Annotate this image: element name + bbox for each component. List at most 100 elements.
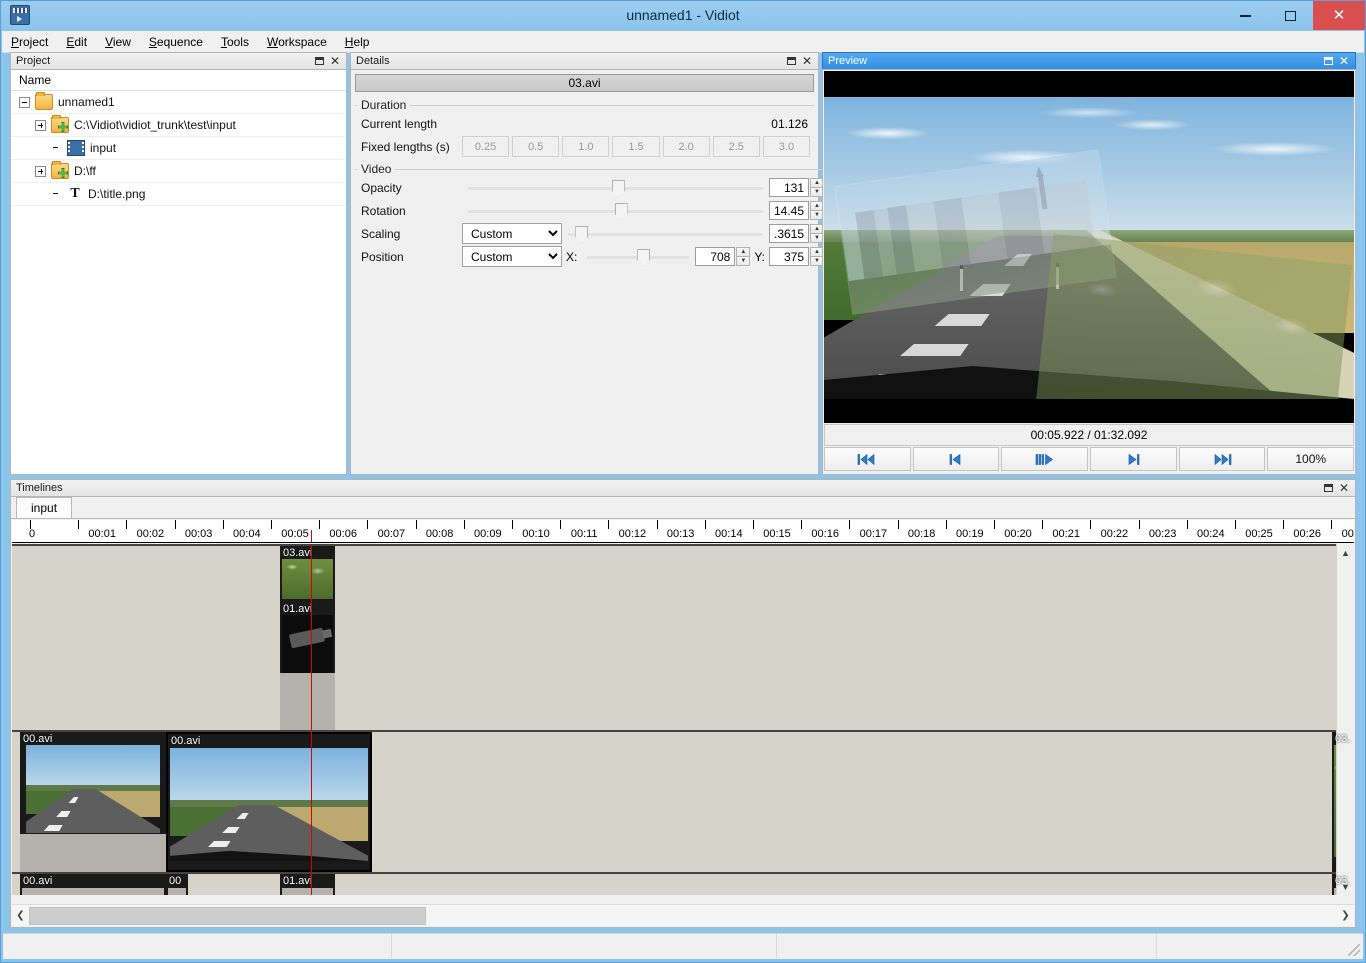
clip-thumbnail	[282, 559, 333, 599]
expander-plus-icon[interactable]	[35, 120, 46, 131]
position-x-value[interactable]: 708	[695, 247, 735, 266]
scrollbar-thumb[interactable]	[29, 907, 426, 925]
menu-tools[interactable]: Tools	[212, 33, 258, 51]
ruler-tick-label: 00:24	[1197, 528, 1225, 540]
timeline-playhead[interactable]	[311, 544, 312, 895]
ruler-tick	[512, 520, 513, 529]
fixed-length-button-20[interactable]: 2.0	[663, 136, 710, 157]
rotation-slider[interactable]	[468, 202, 763, 220]
preview-video-canvas[interactable]	[824, 71, 1354, 423]
rotation-slider-thumb[interactable]	[615, 203, 628, 220]
menu-view[interactable]: View	[96, 33, 140, 51]
tree-item-input[interactable]: input	[11, 137, 346, 160]
go-to-begin-button[interactable]	[824, 447, 911, 471]
timeline-audio-clip[interactable]: 00	[166, 874, 188, 895]
ruler-playhead[interactable]	[311, 530, 312, 543]
timeline-clip[interactable]: 01.avi	[280, 602, 335, 730]
timelines-restore-icon[interactable]	[1324, 484, 1333, 492]
maximize-button[interactable]	[1268, 1, 1313, 30]
position-x-spin-up[interactable]: ▲	[736, 247, 750, 256]
clip-thumbnail	[170, 748, 368, 861]
fixed-length-button-25[interactable]: 2.5	[713, 136, 760, 157]
next-frame-button[interactable]	[1090, 447, 1177, 471]
rotation-value[interactable]: 14.45	[769, 201, 809, 220]
ruler-tick-label: 00:25	[1245, 528, 1273, 540]
ruler-tick	[898, 520, 899, 529]
timeline-audio-clip[interactable]: 00.avi	[20, 874, 166, 895]
ruler-tick	[1235, 520, 1236, 529]
timeline-audio-clip[interactable]: 01.avi	[280, 874, 335, 895]
preview-zoom-level[interactable]: 100%	[1267, 447, 1354, 471]
preview-restore-icon[interactable]	[1324, 57, 1333, 65]
scaling-value[interactable]: .3615	[769, 224, 809, 243]
menu-workspace-label: orkspace	[278, 35, 327, 49]
duration-group: Duration Current length 01.126 Fixed len…	[355, 98, 814, 158]
opacity-value[interactable]: 131	[769, 178, 809, 197]
menu-edit[interactable]: Edit	[57, 33, 96, 51]
timeline-ruler[interactable]: 000:0100:0200:0300:0400:0500:0600:0700:0…	[12, 520, 1354, 543]
position-select[interactable]: CustomCenter	[462, 246, 562, 267]
timeline-horizontal-scrollbar[interactable]: ❮ ❯	[12, 904, 1354, 926]
expander-plus-icon[interactable]	[35, 166, 46, 177]
position-y-label: Y:	[750, 250, 769, 264]
previous-frame-button[interactable]	[913, 447, 1000, 471]
scaling-select[interactable]: CustomFit allFit to fillNone	[462, 223, 562, 244]
step-forward-icon	[1125, 453, 1141, 466]
project-restore-icon[interactable]	[315, 57, 324, 65]
fixed-length-button-15[interactable]: 1.5	[612, 136, 659, 157]
audio-track-1[interactable]: 00.avi 00 01.avi 03.	[12, 874, 1354, 895]
menu-workspace[interactable]: Workspace	[258, 33, 336, 51]
menu-project[interactable]: Project	[2, 33, 57, 51]
fixed-length-button-025[interactable]: 0.25	[462, 136, 509, 157]
timelines-close-icon[interactable]: ✕	[1339, 484, 1349, 492]
video-track-2[interactable]: 01.avi	[12, 602, 1354, 732]
timeline-clip[interactable]: 03.avi	[280, 546, 335, 602]
chevron-right-icon[interactable]: ❯	[1337, 906, 1354, 926]
tree-item-test-input[interactable]: C:\Vidiot\vidiot_trunk\test\input	[11, 114, 346, 137]
text-icon: T	[67, 187, 83, 201]
video-track-3[interactable]: 03.avi	[12, 544, 1354, 604]
ruler-tick-label: 00:05	[281, 528, 309, 540]
details-restore-icon[interactable]	[787, 57, 796, 65]
tree-item-title-png[interactable]: T D:\title.png	[11, 183, 346, 206]
timeline-tab-input[interactable]: input	[16, 497, 72, 518]
fixed-length-button-05[interactable]: 0.5	[512, 136, 559, 157]
position-x-spinner[interactable]: ▲ ▼	[736, 247, 750, 266]
position-x-slider[interactable]	[587, 248, 689, 266]
close-button[interactable]: ✕	[1313, 1, 1365, 30]
play-button[interactable]	[1001, 447, 1088, 471]
scaling-slider[interactable]	[568, 225, 763, 243]
timeline-tracks-area[interactable]: 03.avi 01.avi	[12, 544, 1354, 895]
expander-minus-icon[interactable]	[19, 97, 30, 108]
scaling-slider-thumb[interactable]	[575, 226, 588, 243]
tree-item-unnamed1[interactable]: unnamed1	[11, 91, 346, 114]
ruler-tick-label: 00:11	[571, 528, 598, 540]
go-to-end-button[interactable]	[1179, 447, 1266, 471]
details-close-icon[interactable]: ✕	[802, 57, 812, 65]
timeline-clip[interactable]: 00.avi	[20, 732, 166, 872]
preview-close-icon[interactable]: ✕	[1339, 57, 1349, 65]
clip-label: 01.avi	[283, 875, 312, 887]
ruler-tick	[175, 520, 176, 529]
opacity-slider-thumb[interactable]	[612, 180, 625, 197]
tree-item-dff[interactable]: D:\ff	[11, 160, 346, 183]
timeline-clip[interactable]: 00.avi	[166, 732, 372, 872]
position-x-spin-down[interactable]: ▼	[736, 256, 750, 266]
menu-help[interactable]: Help	[336, 33, 379, 51]
menu-sequence[interactable]: Sequence	[140, 33, 212, 51]
minimize-button[interactable]	[1223, 1, 1268, 30]
video-track-1[interactable]: 00.avi 00.avi	[12, 732, 1354, 874]
scrollbar-trough[interactable]	[29, 907, 1337, 925]
resize-grip-icon[interactable]	[1348, 944, 1360, 956]
chevron-up-icon[interactable]: ▲	[1337, 544, 1354, 561]
ruler-tick	[801, 520, 802, 529]
project-close-icon[interactable]: ✕	[330, 57, 340, 65]
fixed-length-button-10[interactable]: 1.0	[562, 136, 609, 157]
position-x-slider-thumb[interactable]	[637, 249, 650, 266]
ruler-tick-label: 00:04	[233, 528, 261, 540]
timeline-vertical-scrollbar[interactable]: ▲ ▼	[1336, 544, 1354, 895]
opacity-slider[interactable]	[468, 179, 763, 197]
chevron-left-icon[interactable]: ❮	[12, 906, 29, 926]
position-y-value[interactable]: 375	[769, 247, 809, 266]
fixed-length-button-30[interactable]: 3.0	[763, 136, 810, 157]
